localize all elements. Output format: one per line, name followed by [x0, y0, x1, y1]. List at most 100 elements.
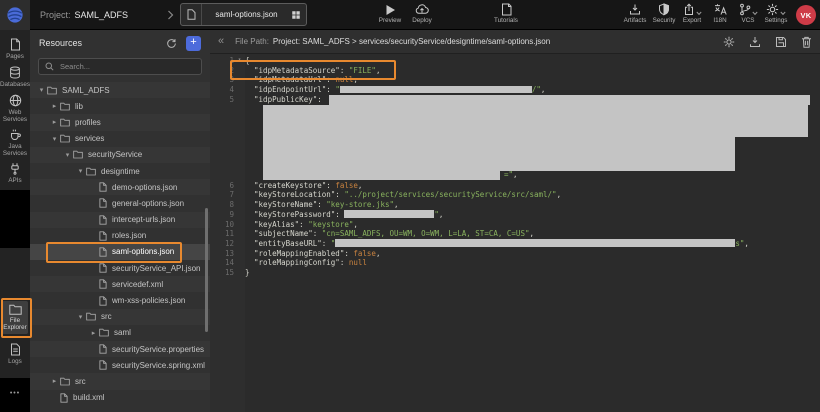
- editor-save-icon[interactable]: [775, 36, 787, 48]
- code-line-11[interactable]: 11 "subjectName": "cn=SAML_ADFS, OU=WM, …: [210, 229, 820, 239]
- code-token: ,: [513, 170, 518, 179]
- chevron-down-icon[interactable]: ▾: [36, 86, 47, 94]
- more-options-icon[interactable]: •••: [0, 390, 30, 397]
- tree-item-label: saml-options.json: [112, 247, 174, 256]
- code-line-5[interactable]: 5 "idpPublicKey": =",: [210, 95, 820, 181]
- tree-item-securityservice-spring-xml[interactable]: securityService.spring.xml: [30, 357, 210, 373]
- code-line-1[interactable]: 1▾{: [210, 56, 820, 66]
- fold-gutter: [234, 268, 245, 278]
- fold-gutter: [234, 220, 245, 230]
- code-token: "entityBaseURL":: [245, 239, 331, 248]
- fold-gutter: [234, 85, 245, 95]
- deploy-button[interactable]: Deploy: [404, 3, 440, 24]
- collapse-panel-icon[interactable]: «: [218, 36, 224, 47]
- tree-item-wm-xss-policies-json[interactable]: wm-xss-policies.json: [30, 292, 210, 308]
- tree-item-securityservice[interactable]: ▾securityService: [30, 147, 210, 163]
- search-box[interactable]: [38, 58, 202, 75]
- code-token: "keystore": [308, 220, 353, 229]
- tree-scrollbar-thumb[interactable]: [205, 208, 208, 332]
- tree-item-saml-options-json[interactable]: saml-options.json: [30, 244, 210, 260]
- sidebar-item-file-explorer[interactable]: File Explorer: [2, 301, 28, 334]
- sidebar-item-java-services[interactable]: Java Services: [0, 128, 30, 158]
- settings-button[interactable]: Settings: [758, 3, 794, 24]
- sidebar-item-pages[interactable]: Pages: [0, 38, 30, 60]
- search-input[interactable]: [58, 61, 195, 72]
- redacted-value: [335, 239, 735, 247]
- code-line-8[interactable]: 8 "keyStoreName": "key-store.jks",: [210, 200, 820, 210]
- fold-gutter: [234, 181, 245, 191]
- file-icon: [99, 215, 107, 225]
- tree-item-servicedef-xml[interactable]: servicedef.xml: [30, 276, 210, 292]
- refresh-icon[interactable]: [166, 38, 177, 49]
- code-line-6[interactable]: 6 "createKeystore": false,: [210, 181, 820, 191]
- code-token: ,: [394, 200, 399, 209]
- tree-item-securityservice-properties[interactable]: securityService.properties: [30, 341, 210, 357]
- tree-item-profiles[interactable]: ▸profiles: [30, 114, 210, 130]
- code-line-13[interactable]: 13 "roleMappingEnabled": false,: [210, 249, 820, 259]
- user-avatar[interactable]: VK: [796, 5, 816, 25]
- tab-saml-options[interactable]: saml-options.json: [180, 3, 307, 26]
- tree-item-intercept-urls-json[interactable]: intercept-urls.json: [30, 212, 210, 228]
- code-token: "roleMappingConfig":: [245, 258, 349, 267]
- code-token: "key-store.jks": [326, 200, 394, 209]
- editor-download-icon[interactable]: [749, 36, 761, 48]
- code-line-4[interactable]: 4 "idpEndpointUrl": "/",: [210, 85, 820, 95]
- sidebar-item-web-services[interactable]: Web Services: [0, 94, 30, 124]
- tree-item-services[interactable]: ▾services: [30, 131, 210, 147]
- tree-item-demo-options-json[interactable]: demo-options.json: [30, 179, 210, 195]
- preview-button[interactable]: Preview: [372, 3, 408, 24]
- code-line-12[interactable]: 12 "entityBaseURL": "s",: [210, 239, 820, 249]
- code-line-9[interactable]: 9 "keyStorePassword": ",: [210, 210, 820, 220]
- chevron-down-icon[interactable]: ▾: [49, 135, 60, 143]
- fold-arrow-icon[interactable]: ▾: [234, 56, 245, 66]
- code-line-3[interactable]: 3 "idpMetadataUrl": null,: [210, 75, 820, 85]
- code-line-content: "keyStorePassword": ",: [245, 210, 820, 220]
- code-line-10[interactable]: 10 "keyAlias": "keystore",: [210, 220, 820, 230]
- code-line-content: "keyAlias": "keystore",: [245, 220, 820, 230]
- chevron-down-icon[interactable]: ▾: [75, 167, 86, 175]
- tree-item-designtime[interactable]: ▾designtime: [30, 163, 210, 179]
- code-token: null: [335, 75, 353, 84]
- tree-item-roles-json[interactable]: roles.json: [30, 228, 210, 244]
- code-line-15[interactable]: 15}: [210, 268, 820, 278]
- chevron-right-icon[interactable]: ▸: [49, 377, 60, 385]
- tree-item-build-xml[interactable]: build.xml: [30, 390, 210, 406]
- code-token: "idpEndpointUrl":: [245, 85, 335, 94]
- chevron-down-icon[interactable]: ▾: [62, 151, 73, 159]
- code-token: "createKeystore":: [245, 181, 335, 190]
- file-icon: [99, 279, 107, 289]
- tree-item-label: securityService_API.json: [112, 264, 200, 273]
- tree-item-src[interactable]: ▾src: [30, 309, 210, 325]
- tree-item-lib[interactable]: ▸lib: [30, 98, 210, 114]
- grid-view-icon[interactable]: [291, 10, 301, 20]
- editor-settings-gear-icon[interactable]: [723, 36, 735, 48]
- code-line-2[interactable]: 2 "idpMetadataSource": "FILE",: [210, 66, 820, 76]
- add-resource-button[interactable]: +: [186, 36, 201, 51]
- tutorials-button[interactable]: Tutorials: [488, 3, 524, 24]
- code-editor[interactable]: 1▾{2 "idpMetadataSource": "FILE",3 "idpM…: [210, 54, 820, 278]
- tree-item-src[interactable]: ▸src: [30, 373, 210, 389]
- globe-icon: [9, 94, 22, 107]
- folder-icon: [9, 304, 22, 315]
- redacted-block: [263, 171, 500, 180]
- sidebar-item-apis[interactable]: APIs: [0, 162, 30, 184]
- tree-item-saml[interactable]: ▸saml: [30, 325, 210, 341]
- chevron-right-icon[interactable]: ▸: [49, 118, 60, 126]
- line-number: 14: [210, 258, 234, 268]
- code-token: "idpMetadataSource":: [245, 66, 349, 75]
- chevron-right-icon[interactable]: ▸: [49, 102, 60, 110]
- editor-delete-trash-icon[interactable]: [801, 36, 812, 48]
- sidebar-item-logs[interactable]: Logs: [0, 343, 30, 365]
- chevron-down-icon[interactable]: ▾: [75, 313, 86, 321]
- tree-item-general-options-json[interactable]: general-options.json: [30, 195, 210, 211]
- code-token: ,: [744, 239, 749, 248]
- line-number: 1: [210, 56, 234, 66]
- tree-item-saml-adfs[interactable]: ▾SAML_ADFS: [30, 82, 210, 98]
- app-logo[interactable]: [0, 0, 30, 30]
- brand-logo-icon: [6, 6, 24, 24]
- sidebar-item-databases[interactable]: Databases: [0, 66, 30, 88]
- code-line-14[interactable]: 14 "roleMappingConfig": null: [210, 258, 820, 268]
- code-line-7[interactable]: 7 "keyStoreLocation": "../project/servic…: [210, 190, 820, 200]
- tree-item-securityservice-api-json[interactable]: securityService_API.json: [30, 260, 210, 276]
- chevron-right-icon[interactable]: ▸: [88, 329, 99, 337]
